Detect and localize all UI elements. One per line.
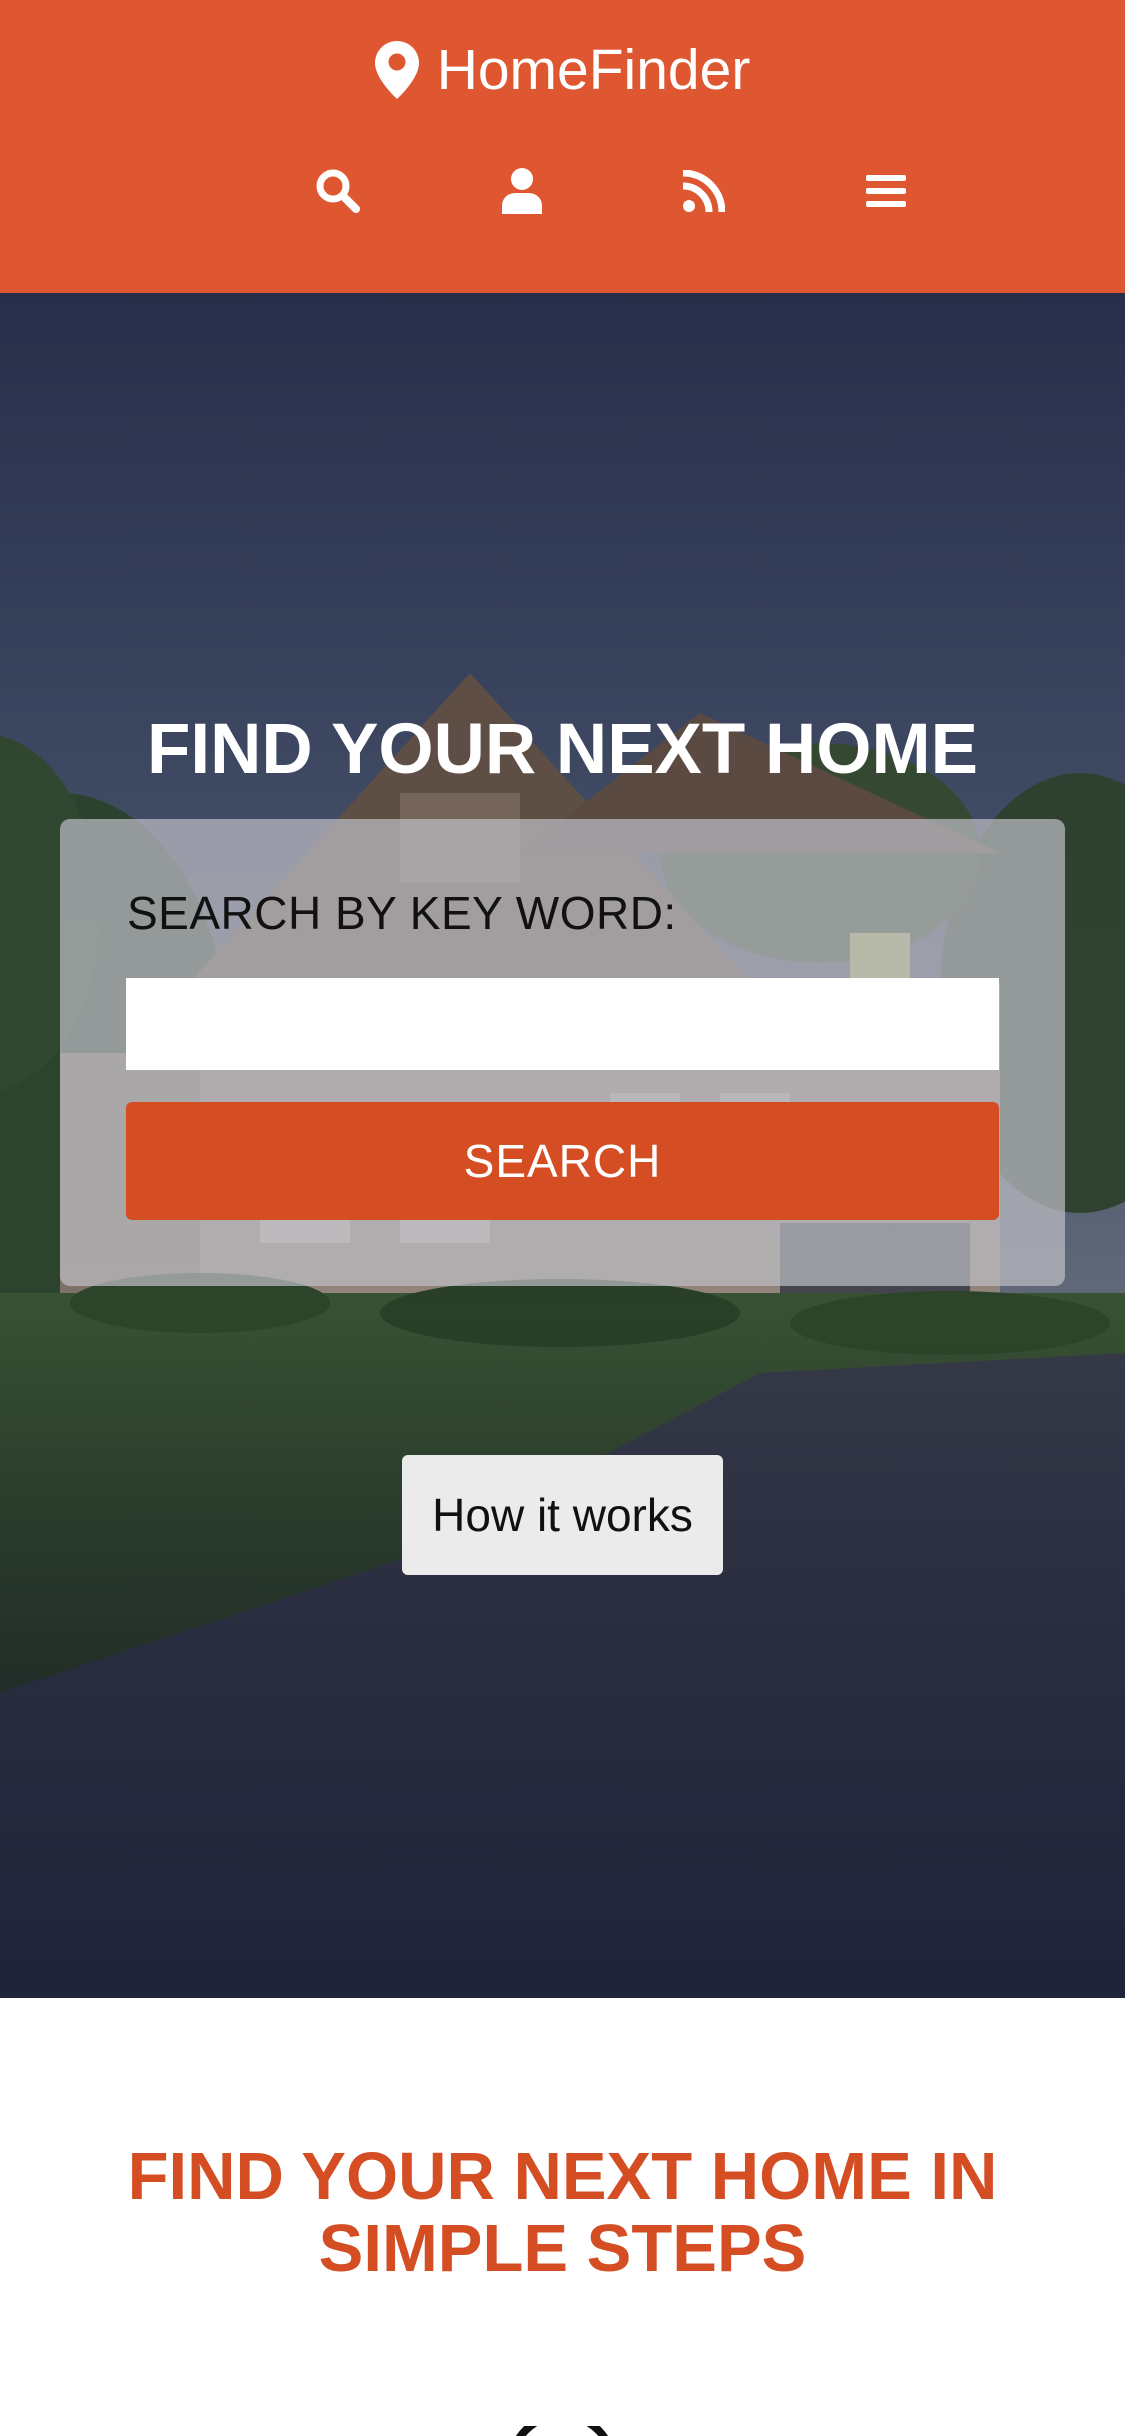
- site-header: HomeFinder: [0, 0, 1125, 293]
- nav-feed[interactable]: [677, 164, 731, 218]
- header-nav: [0, 164, 1125, 218]
- brand[interactable]: HomeFinder: [0, 36, 1125, 104]
- nav-menu[interactable]: [859, 164, 913, 218]
- map-marker-icon: [374, 41, 419, 99]
- search-button[interactable]: SEARCH: [126, 1102, 999, 1220]
- hero-section: FIND YOUR NEXT HOME SEARCH BY KEY WORD: …: [0, 293, 1125, 1998]
- brand-name: HomeFinder: [436, 38, 751, 102]
- hero-title: FIND YOUR NEXT HOME: [146, 710, 979, 789]
- search-input[interactable]: [126, 978, 999, 1070]
- steps-title: FIND YOUR NEXT HOME IN SIMPLE STEPS: [127, 2139, 998, 2286]
- user-icon: [502, 168, 542, 214]
- how-it-works-button[interactable]: How it works: [402, 1455, 723, 1575]
- step-icon: [505, 2426, 619, 2436]
- search-label: SEARCH BY KEY WORD:: [127, 887, 677, 939]
- nav-search[interactable]: [311, 164, 365, 218]
- menu-icon: [866, 173, 906, 209]
- search-icon: [315, 168, 361, 214]
- nav-account[interactable]: [495, 164, 549, 218]
- search-panel: SEARCH BY KEY WORD: SEARCH: [60, 819, 1065, 1286]
- rss-icon: [683, 170, 725, 212]
